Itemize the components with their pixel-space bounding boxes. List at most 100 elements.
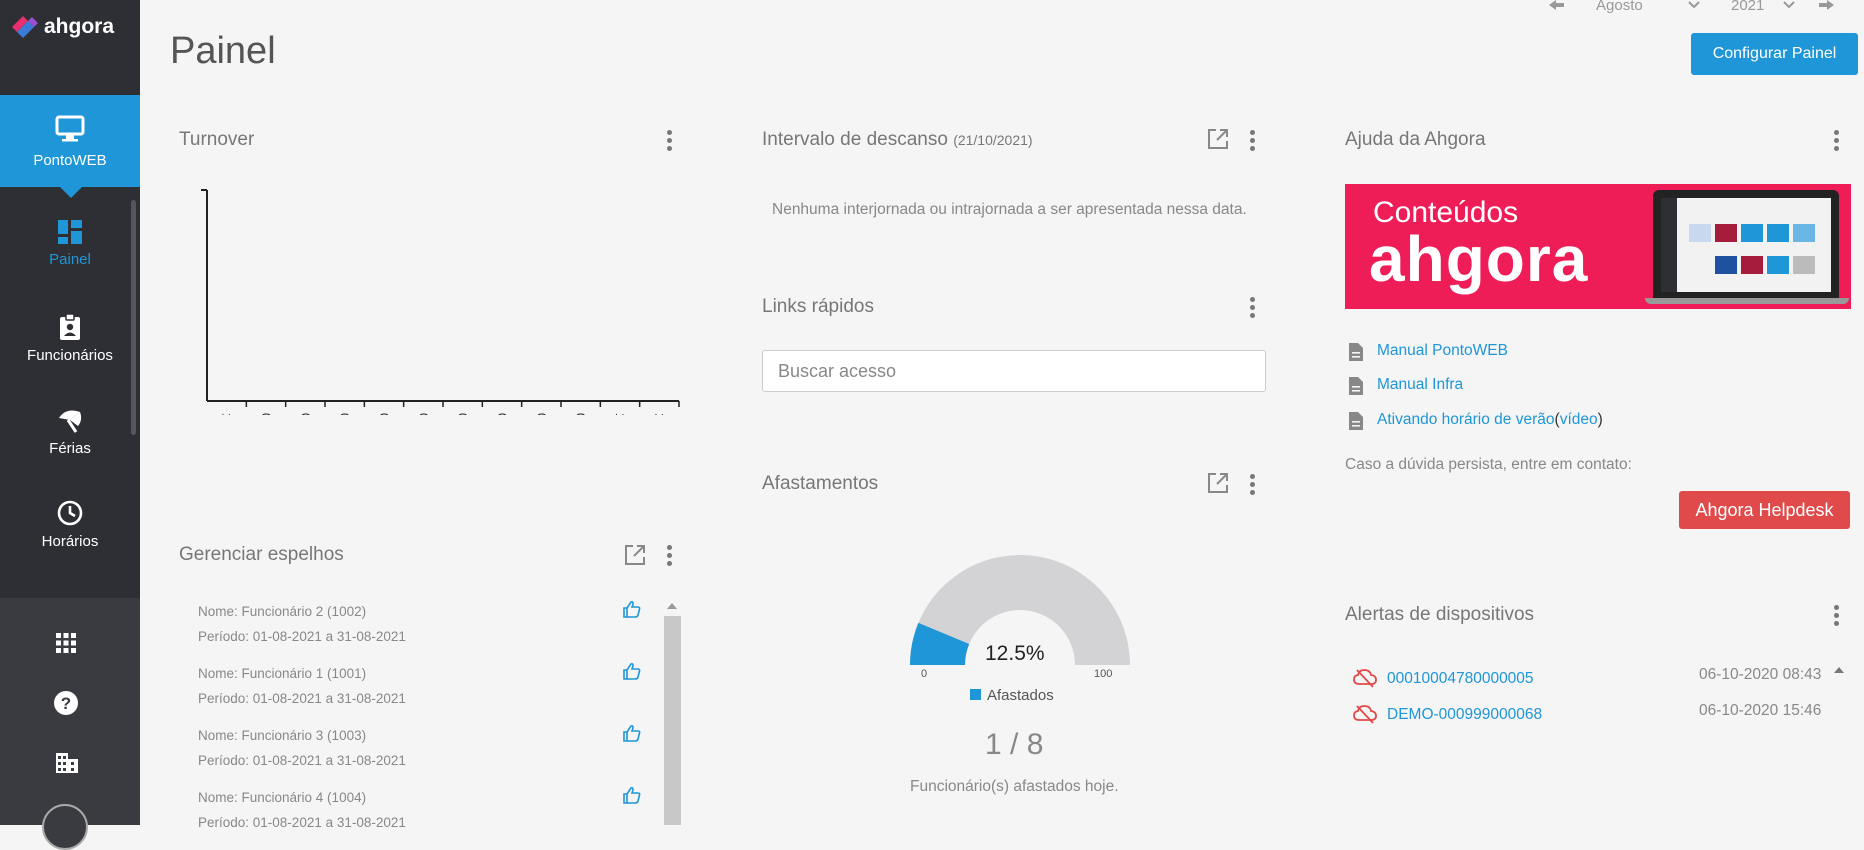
sidebar-bottom: ? (0, 598, 140, 825)
sidebar-label: Painel (49, 251, 91, 268)
laptop-image (1645, 190, 1849, 304)
afastados-caption: Funcionário(s) afastados hoje. (910, 778, 1119, 795)
user-avatar-icon[interactable] (42, 804, 88, 850)
year-select[interactable]: 2021 (1731, 0, 1764, 14)
sidebar-label: PontoWEB (33, 152, 107, 169)
document-icon (1349, 343, 1363, 361)
x-tick-label: 08-2021 (298, 413, 312, 415)
x-tick-label: 05-2021 (416, 413, 430, 415)
employee-name: Nome: Funcionário 3 (1003) (198, 728, 367, 743)
gauge-max-label: 100 (1094, 668, 1113, 680)
sidebar-scrollbar[interactable] (131, 200, 136, 435)
contact-text: Caso a dúvida persista, entre em contato… (1345, 456, 1632, 473)
logo[interactable]: ahgora (10, 12, 114, 42)
gauge-min-label: 0 (921, 668, 928, 680)
manual-pontoweb-link[interactable]: Manual PontoWEB (1377, 342, 1508, 360)
sidebar: ahgora PontoWEB Painel Funcionários Féri… (0, 0, 140, 850)
sidebar-item-funcionarios[interactable]: Funcionários (0, 313, 140, 364)
video-link[interactable]: vídeo (1560, 411, 1598, 428)
cloud-off-icon (1353, 668, 1377, 693)
logo-mark-icon (12, 16, 38, 38)
intervalo-title: Intervalo de descanso (21/10/2021) (762, 129, 1033, 151)
paren-close: ) (1597, 411, 1603, 428)
approve-thumb-icon[interactable] (623, 662, 641, 685)
alertas-scroll-up-icon[interactable] (1834, 667, 1844, 673)
alert-time: 06-10-2020 08:43 (1699, 666, 1822, 683)
employee-name: Nome: Funcionário 4 (1004) (198, 790, 367, 805)
logo-text: ahgora (44, 15, 115, 38)
next-month-arrow-icon[interactable] (1818, 0, 1834, 12)
links-menu-icon[interactable] (1250, 297, 1256, 321)
x-tick-label: 01-2021 (574, 413, 588, 415)
intervalo-title-text: Intervalo de descanso (762, 129, 948, 150)
gerenciar-scrollbar[interactable] (664, 616, 681, 825)
alertas-title: Alertas de dispositivos (1345, 604, 1535, 625)
sidebar-item-ferias[interactable]: Férias (0, 406, 140, 457)
x-tick-label: 03-2021 (495, 413, 509, 415)
afastados-ratio: 1 / 8 (985, 728, 1044, 761)
chevron-down-icon[interactable] (1688, 1, 1700, 9)
external-link-icon[interactable] (1206, 127, 1230, 151)
gauge-percent: 12.5% (985, 642, 1045, 665)
x-tick-label: 12-2020 (613, 413, 627, 415)
employee-period: Período: 01-08-2021 a 31-08-2021 (198, 629, 406, 644)
intervalo-message: Nenhuma interjornada ou intrajornada a s… (772, 201, 1247, 218)
legend-label[interactable]: Afastados (987, 687, 1054, 704)
chevron-down-icon[interactable] (1783, 1, 1795, 9)
ajuda-title: Ajuda da Ahgora (1345, 129, 1486, 150)
legend-swatch (970, 689, 981, 700)
month-select[interactable]: Agosto (1596, 0, 1643, 14)
horario-verao-label[interactable]: Ativando horário de verão (1377, 411, 1555, 428)
horario-verao-link[interactable]: Ativando horário de verão(vídeo) (1377, 411, 1603, 429)
configure-panel-button[interactable]: Configurar Painel (1691, 33, 1858, 75)
employee-period: Período: 01-08-2021 a 31-08-2021 (198, 815, 406, 830)
cloud-off-icon (1353, 704, 1377, 729)
sidebar-label: Horários (41, 533, 99, 550)
afastamentos-title: Afastamentos (762, 473, 879, 494)
monitor-icon (55, 115, 85, 142)
x-tick-label: 02-2021 (534, 413, 548, 415)
help-icon[interactable]: ? (53, 690, 79, 716)
device-link[interactable]: DEMO-000999000068 (1387, 706, 1542, 724)
document-icon (1349, 412, 1363, 430)
apps-grid-icon[interactable] (55, 632, 77, 654)
approve-thumb-icon[interactable] (623, 786, 641, 809)
prev-month-arrow-icon[interactable] (1549, 0, 1565, 12)
sidebar-item-horarios[interactable]: Horários (0, 499, 140, 550)
device-link[interactable]: 00010004780000005 (1387, 670, 1534, 688)
umbrella-icon (59, 410, 82, 433)
conteudos-banner[interactable]: Conteúdos ahgora (1345, 184, 1851, 309)
document-icon (1349, 377, 1363, 395)
gerenciar-menu-icon[interactable] (667, 545, 673, 569)
sidebar-item-painel[interactable]: Painel (0, 219, 140, 268)
helpdesk-button[interactable]: Ahgora Helpdesk (1679, 491, 1850, 529)
external-link-icon[interactable] (623, 543, 647, 567)
afastamentos-menu-icon[interactable] (1250, 474, 1256, 498)
search-input[interactable] (762, 350, 1266, 392)
x-tick-label: 07-2021 (338, 413, 352, 415)
x-tick-label: 09-2021 (259, 413, 273, 415)
turnover-menu-icon[interactable] (667, 130, 673, 154)
sidebar-label: Funcionários (27, 347, 113, 364)
x-tick-label: 10-2021 (220, 413, 234, 415)
manual-infra-link[interactable]: Manual Infra (1377, 376, 1463, 394)
external-link-icon[interactable] (1206, 471, 1230, 495)
links-title: Links rápidos (762, 296, 874, 317)
building-icon[interactable] (55, 752, 79, 774)
alert-time: 06-10-2020 15:46 (1699, 702, 1822, 719)
svg-text:?: ? (61, 694, 71, 713)
alertas-menu-icon[interactable] (1834, 605, 1840, 629)
employee-period: Período: 01-08-2021 a 31-08-2021 (198, 691, 406, 706)
approve-thumb-icon[interactable] (623, 724, 641, 747)
scroll-up-icon[interactable] (667, 603, 677, 609)
turnover-chart: 10-2021 09-2021 08-2021 07-2021 06-2021 05-20… (201, 189, 680, 415)
employee-name: Nome: Funcionário 2 (1002) (198, 604, 367, 619)
ajuda-menu-icon[interactable] (1834, 130, 1840, 154)
intervalo-menu-icon[interactable] (1250, 130, 1256, 154)
sidebar-item-pontoweb[interactable]: PontoWEB (0, 95, 140, 198)
banner-line2: ahgora (1369, 223, 1589, 295)
x-tick-label: 04-2021 (456, 413, 470, 415)
turnover-title: Turnover (179, 129, 255, 150)
approve-thumb-icon[interactable] (623, 600, 641, 623)
x-tick-label: 06-2021 (377, 413, 391, 415)
